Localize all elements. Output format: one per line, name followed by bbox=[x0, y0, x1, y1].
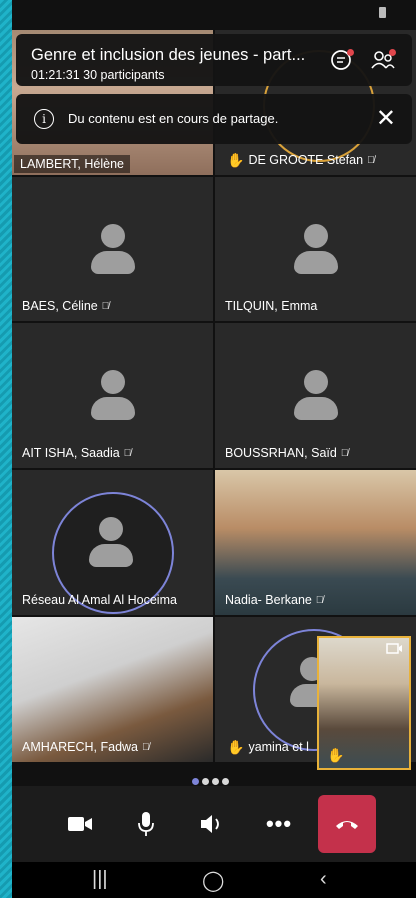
raised-hand-icon: ✋ bbox=[227, 152, 245, 168]
hang-up-button[interactable] bbox=[318, 795, 376, 853]
participants-button[interactable] bbox=[370, 47, 398, 75]
speaker-icon bbox=[201, 815, 219, 833]
microphone-icon bbox=[138, 812, 154, 836]
participant-name-label: AMHARECH, Fadwa 🎙̸ bbox=[22, 740, 150, 754]
avatar-placeholder-icon bbox=[91, 224, 135, 276]
sharing-notification-text: Du contenu est en cours de partage. bbox=[68, 111, 279, 126]
participant-name-label: BAES, Céline 🎙̸ bbox=[22, 299, 109, 313]
home-icon[interactable]: ◯ bbox=[202, 868, 224, 893]
recent-apps-icon[interactable]: ||| bbox=[92, 868, 108, 891]
participant-tile[interactable]: Réseau Al Amal Al Hoceima bbox=[12, 470, 213, 615]
system-navigation-bar: ||| ◯ ‹ bbox=[12, 862, 416, 898]
meeting-title: Genre et inclusion des jeunes - part... bbox=[31, 46, 306, 64]
participant-name-label: BOUSSRHAN, Saïd 🎙̸ bbox=[225, 446, 348, 460]
participant-tile[interactable]: Nadia- Berkane 🎙̸ bbox=[215, 470, 416, 615]
chat-button[interactable] bbox=[329, 47, 357, 75]
status-bar bbox=[12, 0, 416, 24]
page-dot[interactable] bbox=[192, 778, 199, 785]
avatar-placeholder-icon bbox=[91, 370, 135, 422]
participant-name: Réseau Al Amal Al Hoceima bbox=[22, 593, 177, 607]
muted-mic-icon: 🎙̸ bbox=[315, 594, 324, 606]
participant-name: AIT ISHA, Saadia bbox=[22, 446, 120, 460]
meeting-duration: 01:21:31 bbox=[31, 68, 80, 82]
muted-mic-icon: 🎙̸ bbox=[367, 154, 375, 166]
participant-name-label: Réseau Al Amal Al Hoceima bbox=[22, 593, 177, 607]
page-dot[interactable] bbox=[202, 778, 209, 785]
phone-screen: LAMBERT, Hélène ✋ DE GROOTE Stefan 🎙̸ BA… bbox=[12, 0, 416, 898]
muted-mic-icon: 🎙̸ bbox=[101, 300, 110, 312]
participant-name-label: TILQUIN, Emma bbox=[225, 299, 317, 313]
muted-mic-icon: 🎙̸ bbox=[142, 741, 150, 753]
switch-camera-icon[interactable] bbox=[385, 642, 403, 658]
page-dot[interactable] bbox=[222, 778, 229, 785]
notification-dot bbox=[389, 49, 396, 56]
camera-button[interactable] bbox=[50, 786, 110, 862]
participant-name: BAES, Céline bbox=[22, 299, 98, 313]
participant-name-label: ✋ DE GROOTE Stefan 🎙̸ bbox=[227, 153, 375, 167]
speaker-button[interactable] bbox=[182, 786, 242, 862]
muted-mic-icon: 🎙̸ bbox=[340, 447, 349, 459]
hang-up-icon bbox=[336, 821, 358, 829]
avatar-placeholder-icon bbox=[294, 370, 338, 422]
avatar-placeholder-icon bbox=[294, 224, 338, 276]
avatar-placeholder-icon bbox=[89, 517, 133, 569]
participant-name: TILQUIN, Emma bbox=[225, 299, 318, 313]
participant-tile[interactable]: AIT ISHA, Saadia 🎙̸ bbox=[12, 323, 213, 468]
participant-name: AMHARECH, Fadwa bbox=[22, 740, 138, 754]
participant-name-label: ✋ yamina et l bbox=[227, 740, 309, 754]
back-icon[interactable]: ‹ bbox=[320, 868, 327, 891]
participant-name-label: Nadia- Berkane 🎙̸ bbox=[225, 593, 323, 607]
participant-name: DE GROOTE Stefan bbox=[248, 153, 364, 167]
raised-hand-icon: ✋ bbox=[327, 747, 345, 763]
participant-name: LAMBERT, Hélène bbox=[20, 157, 124, 171]
meeting-header: Genre et inclusion des jeunes - part... … bbox=[16, 34, 412, 86]
more-options-icon: ••• bbox=[265, 811, 293, 836]
call-controls-bar: ••• bbox=[12, 786, 416, 862]
meeting-meta: 01:21:31 30 participants bbox=[31, 68, 164, 82]
info-icon: i bbox=[34, 109, 54, 129]
participant-name-label: AIT ISHA, Saadia 🎙̸ bbox=[22, 446, 131, 460]
sharing-notification: i Du contenu est en cours de partage. ✕ bbox=[16, 94, 412, 144]
raised-hand-icon: ✋ bbox=[227, 739, 245, 755]
close-icon[interactable]: ✕ bbox=[376, 104, 396, 133]
microphone-button[interactable] bbox=[116, 786, 176, 862]
muted-mic-icon: 🎙̸ bbox=[123, 447, 132, 459]
participant-name-label: LAMBERT, Hélène bbox=[14, 155, 130, 173]
battery-icon bbox=[379, 7, 386, 18]
self-preview[interactable]: ✋ bbox=[317, 636, 411, 770]
participant-name: BOUSSRHAN, Saïd bbox=[225, 446, 337, 460]
participant-tile[interactable]: TILQUIN, Emma bbox=[215, 177, 416, 321]
participant-name: yamina et l bbox=[248, 740, 309, 754]
notification-dot bbox=[347, 49, 354, 56]
more-options-button[interactable]: ••• bbox=[249, 786, 309, 862]
participant-tile[interactable]: BAES, Céline 🎙̸ bbox=[12, 177, 213, 321]
participant-tile[interactable]: BOUSSRHAN, Saïd 🎙̸ bbox=[215, 323, 416, 468]
video-camera-icon bbox=[68, 817, 92, 831]
participant-count: 30 participants bbox=[83, 68, 165, 82]
page-dot[interactable] bbox=[212, 778, 219, 785]
participant-name: Nadia- Berkane bbox=[225, 593, 312, 607]
participant-tile[interactable]: AMHARECH, Fadwa 🎙̸ bbox=[12, 617, 213, 762]
